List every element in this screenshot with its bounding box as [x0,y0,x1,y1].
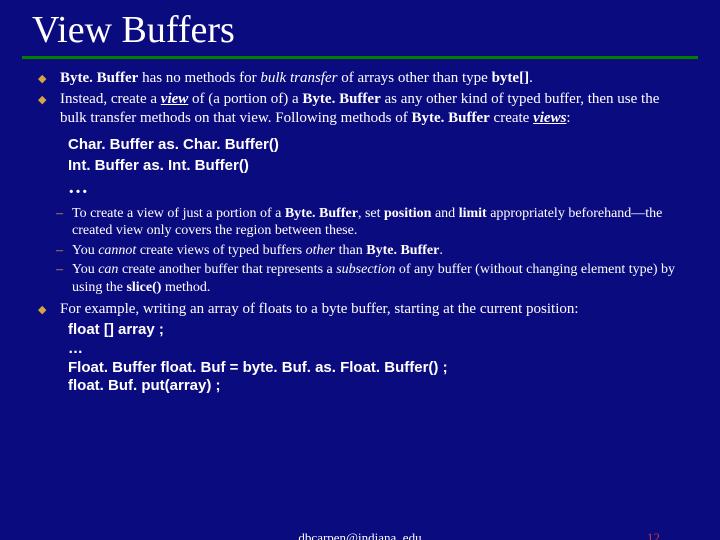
code-line: Float. Buffer float. Buf = byte. Buf. as… [68,359,680,378]
bullet-1: Byte. Buffer has no methods for bulk tra… [60,69,680,88]
code-line: Int. Buffer as. Int. Buffer() [68,156,680,176]
page-number: 12 [647,530,660,540]
slide-body: Byte. Buffer has no methods for bulk tra… [0,69,720,396]
title-rule [22,56,698,59]
example-bullet: For example, writing an array of floats … [60,300,680,396]
code-line: … [68,340,680,359]
slide: View Buffers Byte. Buffer has no methods… [0,0,720,540]
slide-title: View Buffers [0,0,720,56]
code-line: float [] array ; [68,321,680,340]
code-line: Char. Buffer as. Char. Buffer() [68,135,680,155]
example-intro: For example, writing an array of floats … [60,301,579,317]
bullet-2: Instead, create a view of (a portion of)… [60,90,680,128]
code-line: float. Buf. put(array) ; [68,377,680,396]
sub-bullet-3: You can create another buffer that repre… [72,261,680,296]
footer-email: dbcarpen@indiana. edu [0,530,720,540]
sub-bullet-1: To create a view of just a portion of a … [72,205,680,240]
code-block-1: Char. Buffer as. Char. Buffer() Int. Buf… [68,135,680,176]
ellipsis: … [68,176,680,199]
sub-bullet-2: You cannot create views of typed buffers… [72,242,680,260]
